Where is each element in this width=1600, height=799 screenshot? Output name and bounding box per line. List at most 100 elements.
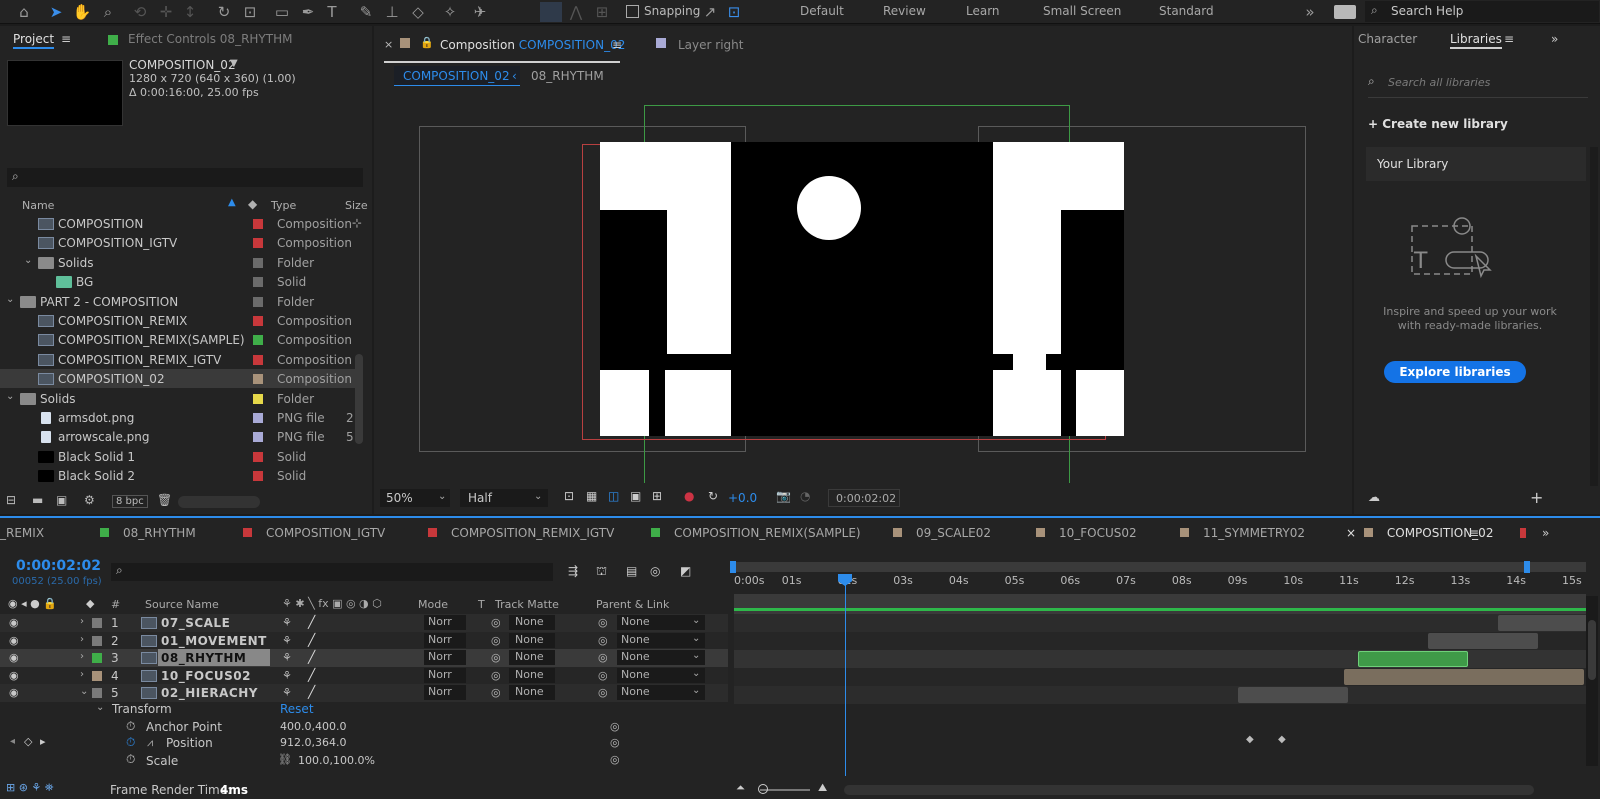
tab-composition-igtv[interactable]: COMPOSITION_IGTV — [243, 526, 385, 540]
mode-dropdown[interactable]: Norr — [424, 615, 466, 630]
collapse-transform-icon[interactable]: ⚘ — [282, 669, 292, 682]
layer-label-swatch[interactable] — [92, 688, 102, 699]
snap-local-axis-icon[interactable] — [540, 2, 562, 22]
next-keyframe-icon[interactable]: ▸ — [40, 735, 46, 748]
mode-dropdown[interactable]: Norr — [424, 632, 466, 648]
expand-icon[interactable]: › — [80, 651, 84, 662]
layer-row[interactable]: ◉ › 4 10_FOCUS02 ⚘ ╱ Norr ◎ None ◎ None ⌄ — [0, 666, 728, 685]
label-swatch[interactable] — [253, 335, 263, 346]
layer-bar-1[interactable] — [1498, 615, 1588, 631]
bpc-button[interactable]: 8 bpc — [112, 495, 148, 508]
layer-search-input[interactable]: ⌕ — [111, 563, 553, 581]
label-swatch[interactable] — [253, 354, 263, 365]
eye-icon[interactable]: ◉ — [9, 651, 19, 664]
transform-expand-icon[interactable]: ⌄ — [96, 702, 104, 713]
mode-dropdown[interactable]: Norr — [424, 667, 466, 683]
quality-icon[interactable]: ╱ — [308, 685, 315, 699]
scale-value[interactable]: 100.0,100.0% — [298, 754, 375, 767]
track-matte-dropdown[interactable]: None — [509, 650, 555, 666]
timeline-menu-icon[interactable]: ≡ — [1469, 526, 1479, 540]
breadcrumb-next[interactable]: 08_RHYTHM — [531, 69, 604, 83]
transparency-grid-icon[interactable]: ▦ — [586, 489, 597, 503]
hide-shy-layers-icon[interactable]: ▤ — [626, 564, 637, 578]
layer-bar-5[interactable] — [1238, 687, 1348, 703]
snapping-checkbox[interactable] — [626, 5, 639, 18]
collapse-transform-icon[interactable]: ⚘ — [282, 686, 292, 699]
collapse-transform-icon[interactable]: ⚘ — [282, 616, 292, 629]
channel-icon[interactable]: ● — [684, 489, 694, 503]
keyframe-icon[interactable]: ◆ — [1278, 734, 1286, 745]
label-swatch[interactable] — [253, 432, 263, 443]
project-item[interactable]: arrowscale.png PNG file 5 — [0, 427, 360, 446]
tab-composition-remix-sample-[interactable]: COMPOSITION_REMIX(SAMPLE) — [651, 526, 861, 540]
label-swatch[interactable] — [253, 471, 263, 482]
label-swatch[interactable] — [253, 219, 263, 229]
sort-ascending-icon[interactable]: ▲ — [228, 197, 236, 208]
link-icon[interactable]: ⛓ — [278, 753, 292, 766]
expand-icon[interactable]: › — [80, 634, 84, 645]
eye-icon[interactable]: ◉ — [9, 669, 19, 682]
world-axis-icon[interactable]: ⋀ — [566, 2, 586, 22]
current-time[interactable]: 0:00:02:02 — [16, 558, 101, 574]
tab-11-symmetry02[interactable]: 11_SYMMETRY02 — [1180, 526, 1305, 540]
quality-icon[interactable]: ╱ — [308, 615, 315, 629]
quality-icon[interactable]: ╱ — [308, 633, 315, 647]
tab-libraries[interactable]: Libraries — [1450, 32, 1502, 49]
expand-icon[interactable]: › — [80, 669, 84, 680]
project-item[interactable]: ⌄ PART 2 - COMPOSITION Folder — [0, 292, 360, 311]
anchor-point-value[interactable]: 400.0,400.0 — [280, 720, 346, 733]
libraries-menu-icon[interactable]: ≡ — [1504, 32, 1514, 46]
layer-bar-4[interactable] — [1344, 669, 1584, 685]
show-snapshot-icon[interactable]: ◔ — [800, 489, 810, 503]
timeline-v-scrollbar[interactable] — [1586, 596, 1598, 766]
panel-overflow-icon[interactable]: » — [1551, 32, 1558, 46]
home-icon[interactable]: ⌂ — [14, 2, 34, 22]
delete-icon[interactable]: 🗑 — [157, 493, 172, 507]
pickwhip-icon[interactable]: ◎ — [491, 634, 501, 647]
label-swatch[interactable] — [253, 257, 263, 268]
workspace-small-screen[interactable]: Small Screen — [1043, 4, 1121, 18]
column-track-matte[interactable]: Track Matte — [495, 598, 559, 611]
quality-icon[interactable]: ╱ — [308, 650, 315, 664]
anchor-tool-icon[interactable]: ⊡ — [240, 2, 260, 22]
snap-target-icon[interactable]: ⊡ — [724, 2, 744, 22]
parent-pickwhip-icon[interactable]: ◎ — [598, 651, 608, 664]
pan-tool-icon[interactable]: ✛ — [156, 2, 176, 22]
roto-brush-icon[interactable]: ✧ — [440, 2, 460, 22]
disclosure-triangle-icon[interactable]: ⌄ — [6, 391, 14, 402]
label-swatch[interactable] — [253, 277, 263, 288]
tab-composition-remix-igtv[interactable]: COMPOSITION_REMIX_IGTV — [428, 526, 614, 540]
sync-settings-icon[interactable] — [1334, 5, 1356, 19]
layer-row[interactable]: ◉ › 3 08_RHYTHM ⚘ ╱ Norr ◎ None ◎ None ⌄ — [0, 649, 728, 668]
new-folder-icon[interactable]: ▬ — [32, 493, 43, 507]
snap-options-icon[interactable]: ↗ — [700, 2, 720, 22]
eye-icon[interactable]: ◉ — [9, 634, 19, 647]
disclosure-triangle-icon[interactable]: ⌄ — [6, 294, 14, 305]
stamp-tool-icon[interactable]: ⊥ — [382, 2, 402, 22]
viewer-timecode[interactable]: 0:00:02:02 — [828, 489, 900, 507]
breadcrumb-active[interactable]: COMPOSITION_02 — [394, 66, 520, 86]
region-of-interest-icon[interactable]: ▣ — [630, 489, 641, 503]
zoom-dropdown[interactable]: 50% ⌄ — [380, 489, 450, 507]
layer-name[interactable]: 01_MOVEMENT — [161, 634, 267, 648]
project-item[interactable]: ⌄ Solids Folder — [0, 389, 360, 408]
tab-layer[interactable]: Layer right — [678, 38, 743, 52]
eraser-tool-icon[interactable]: ◇ — [408, 2, 428, 22]
layer-label-swatch[interactable] — [92, 618, 102, 628]
project-item[interactable]: COMPOSITION_REMIX(SAMPLE) Composition — [0, 330, 360, 349]
viewer-menu-icon[interactable]: ≡ — [612, 38, 622, 52]
thumbnail-scroll-bar[interactable] — [178, 496, 260, 508]
quality-icon[interactable]: ╱ — [308, 668, 315, 682]
project-item[interactable]: BG Solid — [0, 272, 360, 291]
draft-3d-icon[interactable]: ⛫ — [596, 564, 607, 580]
project-item[interactable]: COMPOSITION Composition — [0, 214, 360, 233]
layer-name[interactable]: 10_FOCUS02 — [161, 669, 251, 683]
zoom-out-icon[interactable]: ⏶ — [736, 781, 745, 795]
fast-preview-icon[interactable]: ⊡ — [564, 489, 574, 503]
eye-icon[interactable]: ◉ — [9, 616, 19, 629]
project-item[interactable]: armsdot.png PNG file 2 — [0, 408, 360, 427]
hand-tool-icon[interactable]: ✋ — [72, 2, 92, 22]
zoom-slider-thumb[interactable] — [758, 784, 768, 794]
column-source-name[interactable]: Source Name — [145, 598, 219, 611]
parent-pickwhip-icon[interactable]: ◎ — [598, 669, 608, 682]
